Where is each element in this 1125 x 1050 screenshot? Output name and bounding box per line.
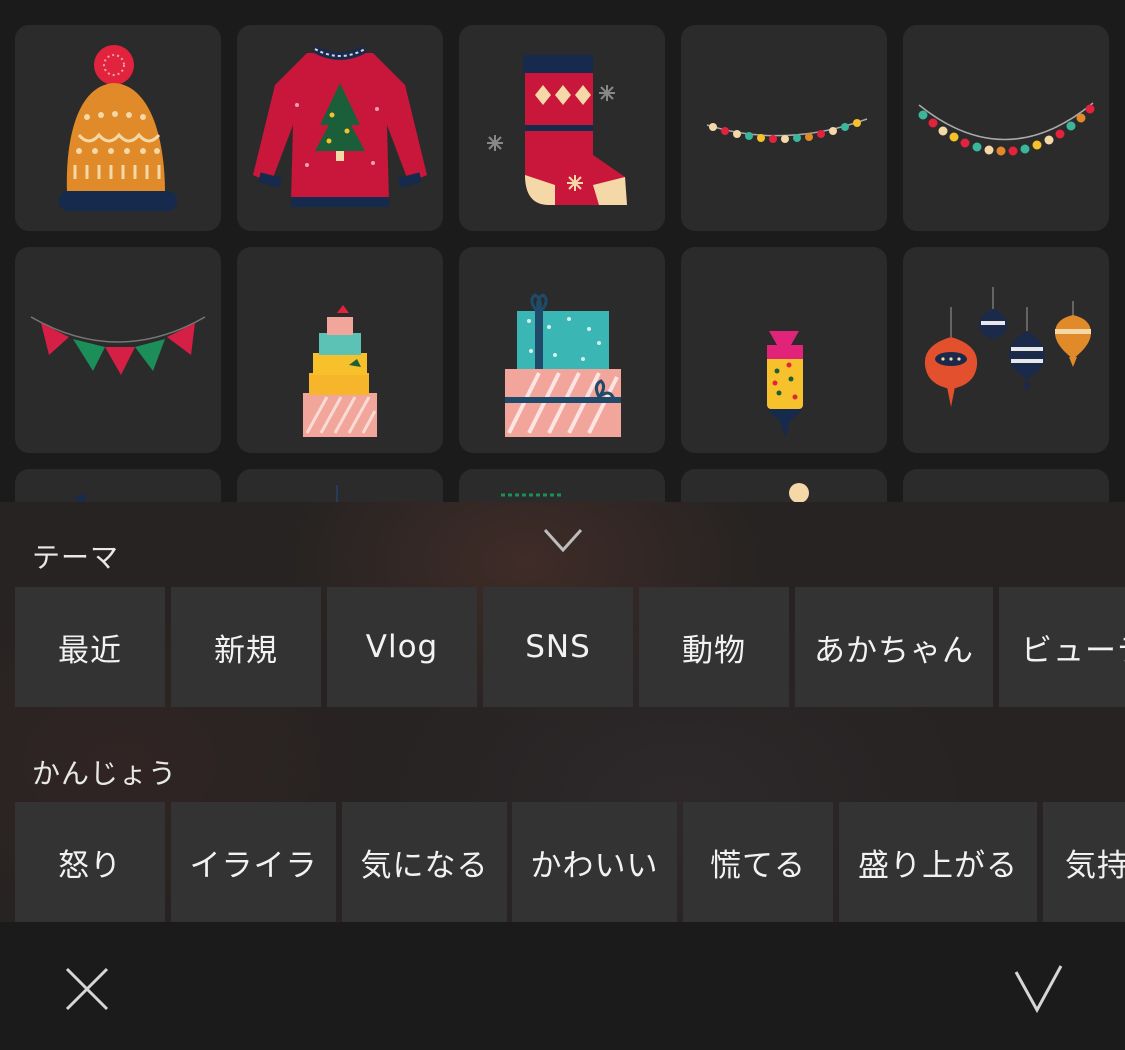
theme-section-label: テーマ: [32, 541, 120, 574]
theme-row: 最近 新規 Vlog SNS 動物 あかちゃん ビューテ: [15, 587, 1125, 707]
emotion-chip-flustered[interactable]: 慌てる: [683, 802, 833, 922]
theme-chip-sns[interactable]: SNS: [483, 587, 633, 707]
sticker-row3-3[interactable]: [459, 469, 665, 502]
sticker-ugly-sweater[interactable]: [237, 25, 443, 231]
theme-chip-vlog[interactable]: Vlog: [327, 587, 477, 707]
emotion-chip-excited[interactable]: 盛り上がる: [839, 802, 1037, 922]
sticker-row3-5[interactable]: [903, 469, 1109, 502]
sticker-candy-ornament[interactable]: [681, 247, 887, 453]
sticker-grid: [0, 0, 1125, 502]
emotion-chip-irritated[interactable]: イライラ: [171, 802, 336, 922]
sticker-knit-hat[interactable]: [15, 25, 221, 231]
close-icon: [65, 967, 109, 1011]
check-icon: [1014, 965, 1063, 1014]
cancel-button[interactable]: [60, 962, 114, 1016]
emotion-chip-cute[interactable]: かわいい: [512, 802, 677, 922]
sticker-hanging-ornaments[interactable]: [903, 247, 1109, 453]
sticker-string-lights-small[interactable]: [681, 25, 887, 231]
category-panel: テーマ 最近 新規 Vlog SNS 動物 あかちゃん ビューテ かんじょう 怒…: [0, 502, 1125, 922]
emotion-chip-feeling[interactable]: 気持: [1043, 802, 1125, 922]
footer-bar: [0, 922, 1125, 1050]
theme-chip-animals[interactable]: 動物: [639, 587, 789, 707]
emotion-chip-anger[interactable]: 怒り: [15, 802, 165, 922]
theme-chip-recent[interactable]: 最近: [15, 587, 165, 707]
theme-chip-baby[interactable]: あかちゃん: [795, 587, 993, 707]
sticker-string-lights-large[interactable]: [903, 25, 1109, 231]
emotion-chip-curious[interactable]: 気になる: [342, 802, 507, 922]
sticker-row3-1[interactable]: [15, 469, 221, 502]
sticker-row3-4[interactable]: [681, 469, 887, 502]
sticker-gift-stack-tall[interactable]: [237, 247, 443, 453]
sticker-row3-2[interactable]: [237, 469, 443, 502]
sticker-bunting-flags[interactable]: [15, 247, 221, 453]
collapse-button[interactable]: [538, 520, 588, 560]
emotion-row: 怒り イライラ 気になる かわいい 慌てる 盛り上がる 気持: [15, 802, 1125, 922]
sticker-gift-boxes[interactable]: [459, 247, 665, 453]
theme-chip-beauty[interactable]: ビューテ: [999, 587, 1125, 707]
confirm-button[interactable]: [1010, 960, 1066, 1016]
chevron-down-icon: [543, 528, 583, 553]
theme-chip-new[interactable]: 新規: [171, 587, 321, 707]
emotion-section-label: かんじょう: [32, 757, 178, 790]
sticker-christmas-stocking[interactable]: [459, 25, 665, 231]
